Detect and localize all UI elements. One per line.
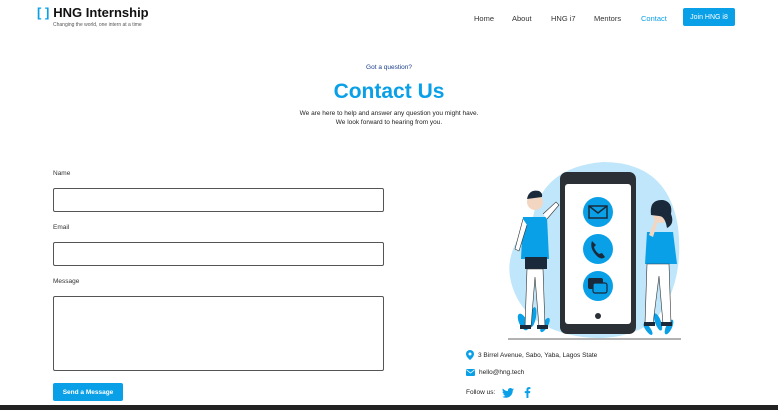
- hero-subtitle: We are here to help and answer any quest…: [0, 109, 778, 127]
- email-row: hello@hng.tech: [466, 369, 524, 376]
- contact-email[interactable]: hello@hng.tech: [479, 369, 524, 376]
- logo-title: HNG Internship: [53, 5, 149, 20]
- logo-bracket: [ ]: [37, 5, 50, 20]
- hero-subtitle-line-2: We look forward to hearing from you.: [335, 119, 443, 126]
- facebook-icon[interactable]: [524, 387, 531, 398]
- logo-wordmark: [ ] HNG Internship: [37, 6, 149, 20]
- location-pin-icon: [466, 350, 474, 360]
- logo[interactable]: [ ] HNG Internship Changing the world, o…: [37, 6, 149, 29]
- mail-icon: [466, 369, 475, 376]
- join-hng-button[interactable]: Join HNG i8: [683, 8, 735, 26]
- contact-hero: Got a question? Contact Us We are here t…: [0, 64, 778, 127]
- nav-mentors[interactable]: Mentors: [594, 14, 621, 23]
- email-label: Email: [53, 224, 70, 231]
- nav-hng-i7[interactable]: HNG i7: [551, 14, 576, 23]
- send-message-button[interactable]: Send a Message: [53, 383, 123, 401]
- follow-row: Follow us:: [466, 387, 535, 398]
- contact-illustration: [508, 162, 681, 340]
- twitter-icon[interactable]: [502, 387, 515, 398]
- nav-contact[interactable]: Contact: [641, 14, 667, 23]
- address-text: 3 Birrel Avenue, Sabo, Yaba, Lagos State: [478, 351, 598, 359]
- site-header: [ ] HNG Internship Changing the world, o…: [0, 0, 778, 40]
- nav-about[interactable]: About: [512, 14, 532, 23]
- message-field[interactable]: [53, 296, 384, 371]
- address-row: 3 Birrel Avenue, Sabo, Yaba, Lagos State: [466, 350, 597, 360]
- nav-home[interactable]: Home: [474, 14, 494, 23]
- hero-subtitle-line-1: We are here to help and answer any quest…: [299, 110, 479, 117]
- name-label: Name: [53, 170, 71, 177]
- name-field[interactable]: [53, 188, 384, 212]
- follow-label: Follow us:: [466, 389, 496, 396]
- logo-tagline: Changing the world, one intern at a time: [53, 22, 142, 28]
- bottom-edge-bar: [0, 405, 778, 410]
- message-label: Message: [53, 278, 80, 285]
- email-field[interactable]: [53, 242, 384, 266]
- hero-kicker: Got a question?: [366, 64, 412, 71]
- page-title: Contact Us: [333, 80, 445, 103]
